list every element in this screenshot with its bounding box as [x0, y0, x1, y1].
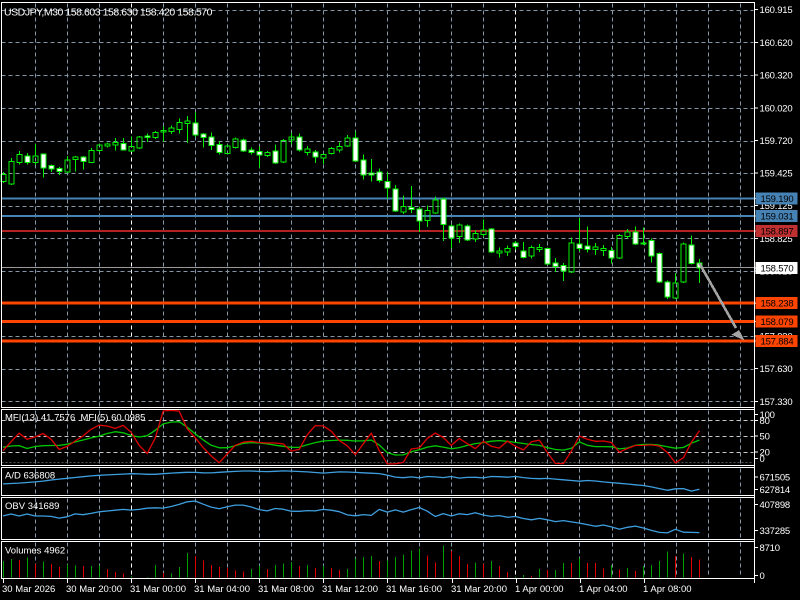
svg-text:160.020: 160.020: [760, 103, 793, 114]
svg-text:158.079: 158.079: [761, 317, 794, 328]
svg-text:30 Mar 20:00: 30 Mar 20:00: [66, 584, 122, 595]
svg-text:160.620: 160.620: [760, 38, 793, 49]
svg-text:0: 0: [760, 571, 765, 582]
svg-text:159.720: 159.720: [760, 136, 793, 147]
svg-text:157.884: 157.884: [761, 337, 794, 348]
svg-text:159.031: 159.031: [761, 212, 794, 223]
svg-text:157.630: 157.630: [760, 364, 793, 375]
svg-text:0: 0: [760, 454, 765, 465]
svg-text:31 Mar 00:00: 31 Mar 00:00: [130, 584, 186, 595]
svg-text:30 Mar 2026: 30 Mar 2026: [2, 584, 55, 595]
svg-text:1 Apr 04:00: 1 Apr 04:00: [579, 584, 628, 595]
svg-text:31 Mar 16:00: 31 Mar 16:00: [386, 584, 442, 595]
svg-text:627814: 627814: [760, 485, 791, 496]
svg-text:Volumes 4962: Volumes 4962: [5, 546, 65, 557]
svg-text:A/D 636808: A/D 636808: [5, 471, 55, 482]
svg-text:31 Mar 20:00: 31 Mar 20:00: [451, 584, 507, 595]
svg-text:1 Apr 00:00: 1 Apr 00:00: [515, 584, 564, 595]
svg-text:31 Mar 08:00: 31 Mar 08:00: [258, 584, 314, 595]
svg-text:50: 50: [760, 432, 770, 443]
svg-text:671505: 671505: [760, 473, 791, 484]
svg-text:1 Apr 08:00: 1 Apr 08:00: [643, 584, 692, 595]
svg-text:158.238: 158.238: [761, 299, 794, 310]
svg-text:8710: 8710: [760, 543, 780, 554]
svg-text:157.330: 157.330: [760, 397, 793, 408]
svg-text:OBV 341689: OBV 341689: [5, 501, 59, 512]
svg-text:407898: 407898: [760, 500, 791, 511]
svg-text:31 Mar 04:00: 31 Mar 04:00: [194, 584, 250, 595]
svg-text:158.897: 158.897: [761, 227, 794, 238]
svg-text:158.570: 158.570: [761, 264, 794, 275]
svg-text:31 Mar 12:00: 31 Mar 12:00: [322, 584, 378, 595]
svg-text:160.320: 160.320: [760, 71, 793, 82]
svg-text:USDJPY,M30 158.603 158.630 158: USDJPY,M30 158.603 158.630 158.420 158.5…: [4, 7, 213, 19]
svg-text:159.425: 159.425: [760, 168, 793, 179]
svg-text:337285: 337285: [760, 526, 791, 537]
svg-text:MFI(13) 41.7576 MFI(5) 60.098: MFI(13) 41.7576 MFI(5) 60.0985: [5, 413, 145, 424]
svg-text:159.190: 159.190: [761, 194, 794, 205]
svg-text:80: 80: [760, 416, 770, 427]
svg-text:160.915: 160.915: [760, 5, 793, 16]
